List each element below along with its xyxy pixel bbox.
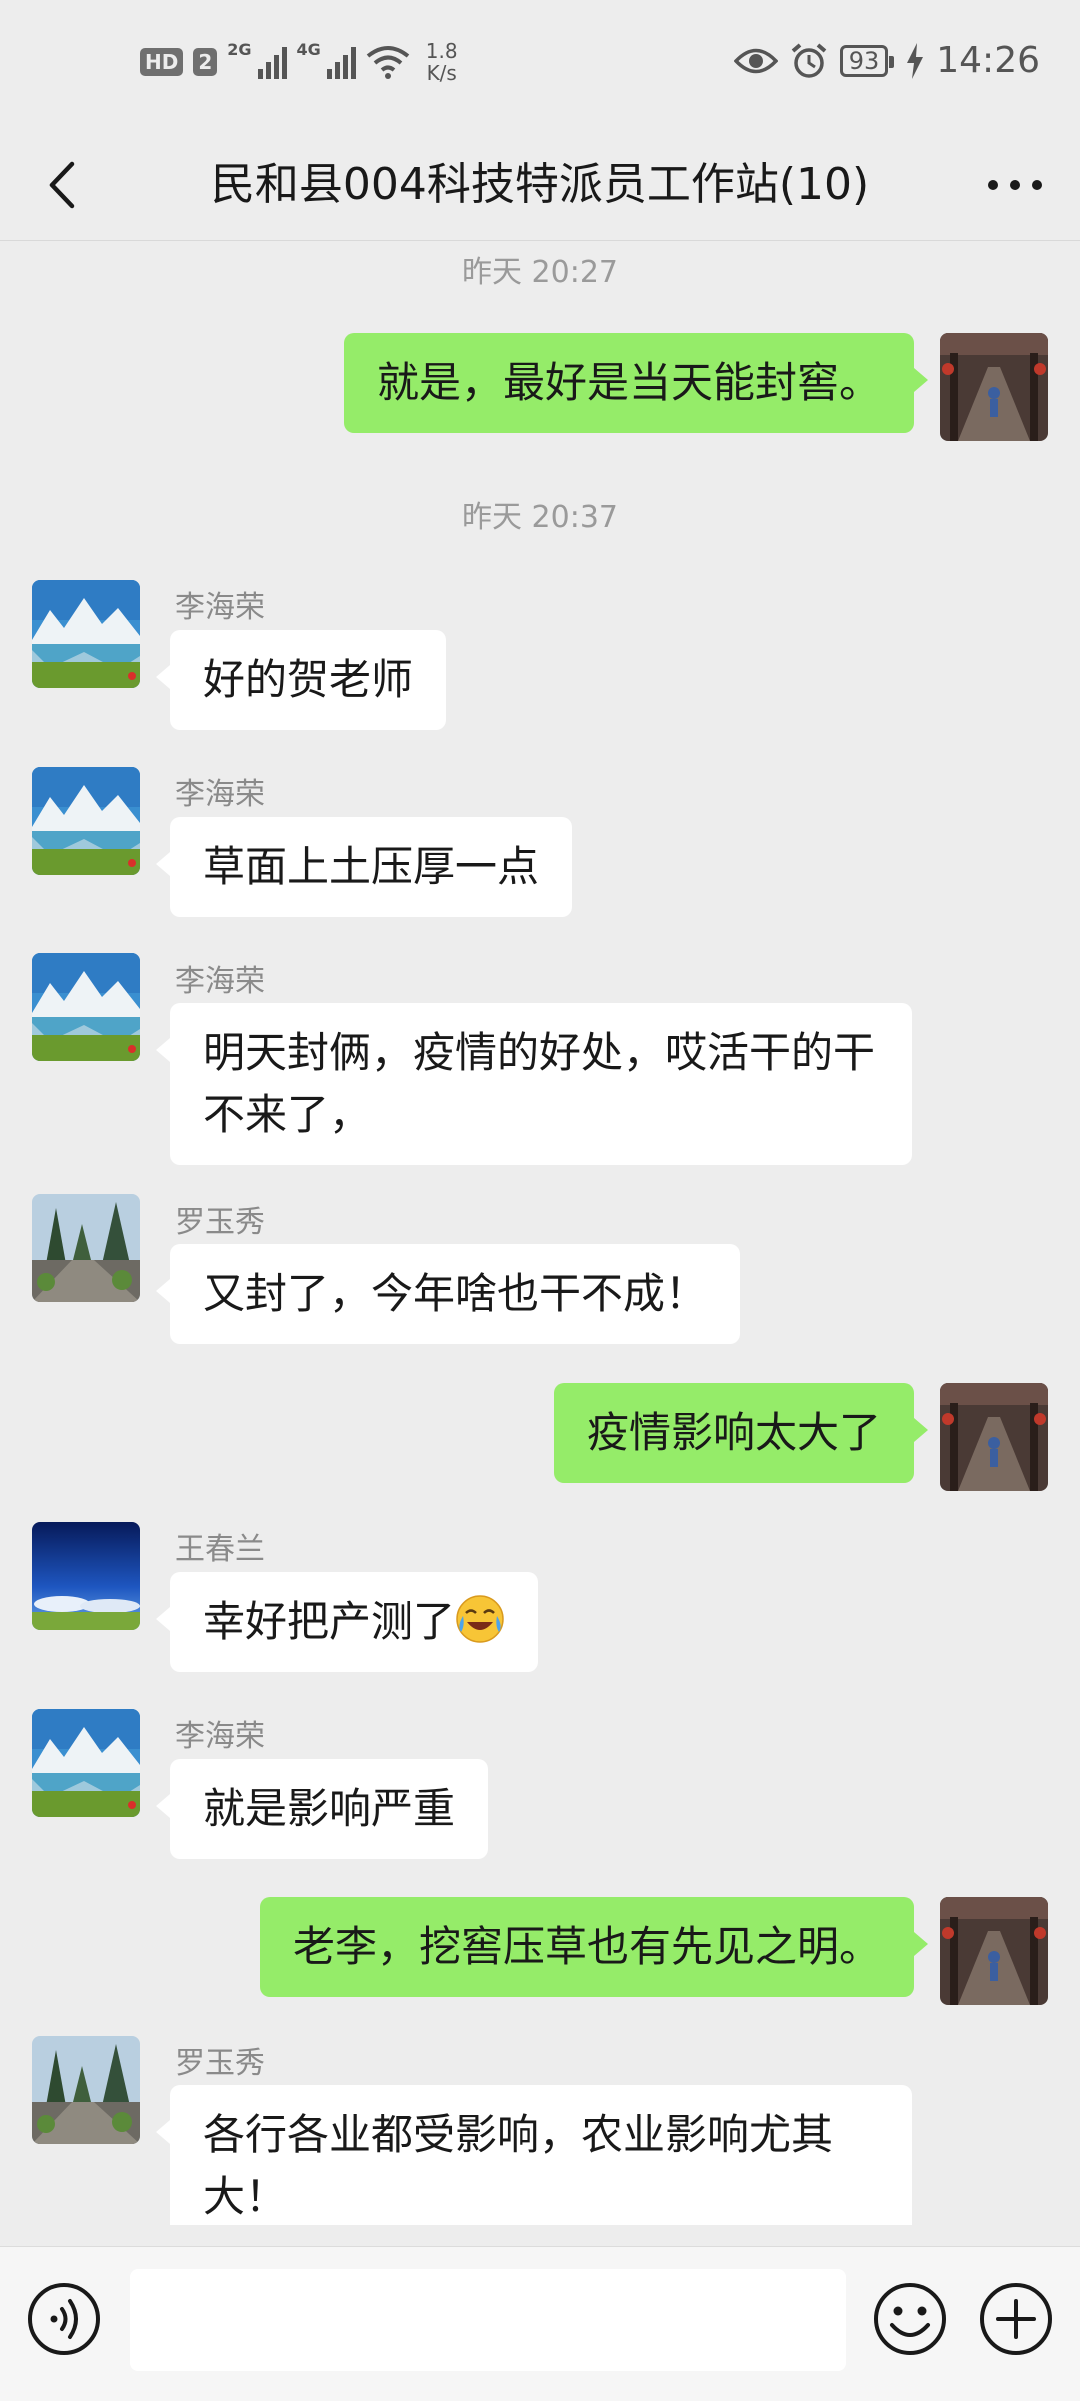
- avatar-luo-yuxiu[interactable]: [32, 2036, 140, 2144]
- message-input[interactable]: [130, 2269, 846, 2371]
- avatar-wang-chunlan[interactable]: [32, 1522, 140, 1630]
- timestamp: 昨天 20:27: [462, 255, 618, 290]
- plus-icon[interactable]: [976, 2279, 1056, 2359]
- message-bubble-incoming[interactable]: 好的贺老师: [155, 630, 447, 730]
- avatar-self[interactable]: [940, 333, 1048, 441]
- emoji-icon[interactable]: [870, 2279, 950, 2359]
- voice-icon[interactable]: [24, 2279, 104, 2359]
- charging-icon: [907, 42, 924, 79]
- speed-value: 1.8: [425, 39, 458, 63]
- signal-icon: [326, 45, 356, 79]
- avatar-li-hairong[interactable]: [32, 767, 140, 875]
- input-bar: [0, 2246, 1080, 2401]
- eye-icon: [733, 48, 778, 73]
- sender-name: 李海荣: [175, 777, 265, 812]
- hd-badge: HD: [140, 48, 184, 76]
- signal-icon: [257, 45, 287, 79]
- sender-name: 李海荣: [175, 590, 265, 625]
- network-type-2: 4G: [296, 40, 321, 59]
- speed-unit: K/s: [426, 61, 457, 85]
- status-left: HD 2 2G 4G 1.8 K/s: [140, 40, 458, 84]
- avatar-self[interactable]: [940, 1383, 1048, 1491]
- chat-header: 民和县004科技特派员工作站(10): [0, 130, 1080, 241]
- avatar-li-hairong[interactable]: [32, 953, 140, 1061]
- wifi-icon: [366, 46, 410, 79]
- message-bubble-incoming[interactable]: 各行各业都受影响，农业影响尤其大！: [156, 2085, 912, 2225]
- message-bubble-incoming[interactable]: 又封了，今年啥也干不成！: [155, 1244, 741, 1344]
- chevron-left-icon[interactable]: [30, 150, 100, 220]
- battery-indicator: 93: [839, 44, 894, 77]
- sender-name: 罗玉秀: [175, 2046, 265, 2081]
- message-bubble-outgoing[interactable]: 就是，最好是当天能封窖。: [343, 333, 929, 433]
- avatar-li-hairong[interactable]: [32, 1709, 140, 1817]
- network-speed: 1.8 K/s: [426, 40, 458, 84]
- message-bubble-outgoing[interactable]: 老李，挖窖压草也有先见之明。: [259, 1897, 929, 1997]
- clock: 14:26: [936, 40, 1040, 81]
- status-bar: HD 2 2G 4G 1.8 K/s 93 14:26: [0, 0, 1080, 130]
- avatar-self[interactable]: [940, 1897, 1048, 2005]
- message-text: 幸好把产测了: [203, 1597, 456, 1646]
- message-bubble-incoming[interactable]: 草面上土压厚一点: [155, 817, 573, 917]
- laughing-crying-emoji: [456, 1595, 504, 1643]
- sim-badge: 2: [193, 48, 218, 76]
- status-right: 93 14:26: [733, 40, 1040, 81]
- avatar-luo-yuxiu[interactable]: [32, 1194, 140, 1302]
- message-bubble-incoming[interactable]: 幸好把产测了: [155, 1572, 539, 1672]
- sender-name: 李海荣: [175, 964, 265, 999]
- sender-name: 罗玉秀: [175, 1205, 265, 1240]
- chat-title: 民和县004科技特派员工作站(10): [210, 159, 870, 210]
- message-bubble-outgoing[interactable]: 疫情影响太大了: [553, 1383, 929, 1483]
- sender-name: 李海荣: [175, 1719, 265, 1754]
- avatar-li-hairong[interactable]: [32, 580, 140, 688]
- alarm-icon: [791, 42, 827, 78]
- message-list[interactable]: 昨天 20:27 就是，最好是当天能封窖。 昨天 20:37 李海荣 好的贺老师…: [0, 240, 1080, 2225]
- message-bubble-incoming[interactable]: 就是影响严重: [155, 1759, 489, 1859]
- sender-name: 王春兰: [175, 1532, 265, 1567]
- more-dots-icon[interactable]: [980, 150, 1050, 220]
- timestamp: 昨天 20:37: [462, 500, 618, 535]
- message-bubble-incoming[interactable]: 明天封俩，疫情的好处，哎活干的干不来了，: [156, 1003, 912, 1165]
- network-type-1: 2G: [227, 40, 252, 59]
